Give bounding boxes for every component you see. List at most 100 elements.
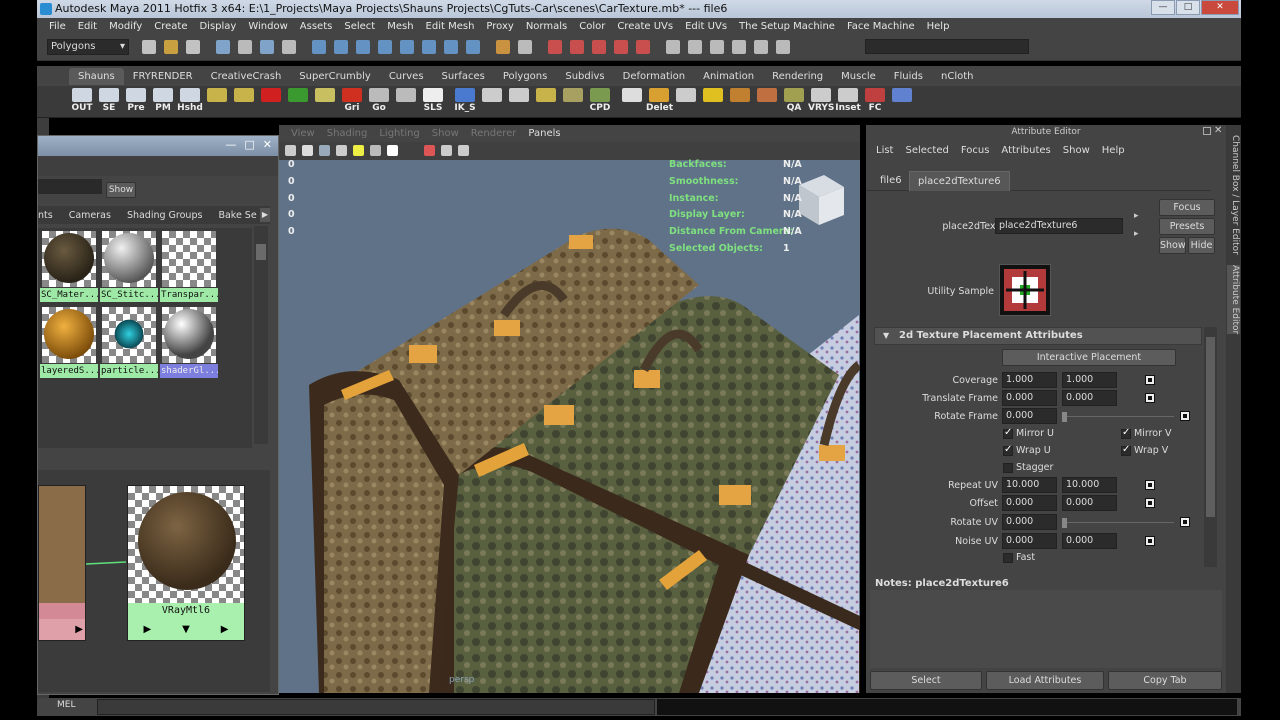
shelf-button-se[interactable]: SE (96, 88, 122, 116)
shelf-tab-muscle[interactable]: Muscle (832, 68, 885, 85)
hide-button[interactable]: Hide (1188, 237, 1215, 254)
menu-mode-select[interactable]: Polygons ▾ (47, 39, 129, 55)
menu-assets[interactable]: Assets (294, 21, 339, 32)
shelf-button-hshd[interactable]: Hshd (177, 88, 203, 116)
menu-create-uvs[interactable]: Create UVs (611, 21, 679, 32)
shelf-button-out[interactable]: OUT (69, 88, 95, 116)
viewport-tool-icon[interactable] (441, 145, 452, 156)
show-button[interactable]: Show (1159, 237, 1186, 254)
menu-face-machine[interactable]: Face Machine (841, 21, 921, 32)
repeat-u-field[interactable]: 10.000 (1002, 477, 1057, 493)
shelf-button-go[interactable]: Go (366, 88, 392, 116)
shelf-button-fc[interactable]: FC (862, 88, 888, 116)
rotate-uv-field[interactable]: 0.000 (1002, 514, 1057, 530)
hypershade-show-button[interactable]: Show (106, 182, 136, 198)
shelf-button[interactable] (727, 88, 753, 116)
noise-v-field[interactable]: 0.000 (1062, 533, 1117, 549)
viewport-tool-icon[interactable] (387, 145, 398, 156)
status-tool-icon[interactable] (710, 40, 724, 54)
viewport-tool-icon[interactable] (424, 145, 435, 156)
status-tool-icon[interactable] (164, 40, 178, 54)
viewport-tool-icon[interactable] (319, 145, 330, 156)
node-ports[interactable]: ▶ ▼ ▶ (128, 619, 244, 640)
hypershade-tab[interactable]: Cameras (61, 210, 119, 221)
fast-checkbox[interactable] (1003, 553, 1013, 563)
shelf-button[interactable] (533, 88, 559, 116)
tab-place2dtexture6[interactable]: place2dTexture6 (909, 171, 1010, 191)
material-swatch[interactable]: SC_Mater... (40, 229, 98, 303)
menu-the-setup-machine[interactable]: The Setup Machine (733, 21, 841, 32)
translate-frame-v-field[interactable]: 0.000 (1062, 390, 1117, 406)
offset-map-icon[interactable] (1145, 498, 1155, 508)
viewport-menu-shading[interactable]: Shading (321, 128, 374, 139)
viewport-tool-icon[interactable] (285, 145, 296, 156)
coverage-v-field[interactable]: 1.000 (1062, 372, 1117, 388)
menu-create[interactable]: Create (148, 21, 193, 32)
shelf-button[interactable] (312, 88, 338, 116)
offset-v-field[interactable]: 0.000 (1062, 495, 1117, 511)
status-tool-icon[interactable] (518, 40, 532, 54)
hypershade-maximize-button[interactable]: □ (244, 138, 254, 151)
notes-textarea[interactable] (870, 590, 1222, 668)
menu-normals[interactable]: Normals (520, 21, 573, 32)
ae-menu-list[interactable]: List (870, 145, 899, 156)
status-tool-icon[interactable] (312, 40, 326, 54)
minimize-button[interactable]: — (1151, 0, 1175, 15)
status-tool-icon[interactable] (636, 40, 650, 54)
shelf-tab-surfaces[interactable]: Surfaces (433, 68, 494, 85)
tab-file6[interactable]: file6 (872, 171, 910, 191)
menu-file[interactable]: File (43, 21, 72, 32)
repeat-uv-map-icon[interactable] (1145, 480, 1155, 490)
shelf-tab-fryrender[interactable]: FRYRENDER (124, 68, 202, 85)
shelf-tab-curves[interactable]: Curves (380, 68, 433, 85)
rotate-uv-slider[interactable] (1062, 518, 1174, 528)
shelf-tab-fluids[interactable]: Fluids (885, 68, 932, 85)
shelf-tab-supercrumbly[interactable]: SuperCrumbly (290, 68, 380, 85)
presets-button[interactable]: Presets (1159, 218, 1215, 235)
tab-scroll-right-icon[interactable]: ▶ (260, 208, 270, 222)
swatch-scrollbar[interactable] (254, 226, 268, 444)
interactive-placement-button[interactable]: Interactive Placement (1002, 349, 1176, 366)
hypershade-filter-field[interactable] (38, 179, 102, 194)
status-tool-icon[interactable] (754, 40, 768, 54)
viewport-menu-show[interactable]: Show (426, 128, 465, 139)
status-tool-icon[interactable] (466, 40, 480, 54)
shelf-tab-shauns[interactable]: Shauns (69, 68, 124, 85)
shelf-button-cpd[interactable]: CPD (587, 88, 613, 116)
hypershade-tab[interactable]: nts (38, 210, 61, 221)
copy-tab-button[interactable]: Copy Tab (1108, 671, 1222, 690)
shelf-button[interactable] (506, 88, 532, 116)
close-button[interactable]: ✕ (1201, 0, 1239, 15)
mirror-u-checkbox[interactable] (1003, 427, 1013, 439)
shelf-button[interactable] (700, 88, 726, 116)
stagger-checkbox[interactable] (1003, 463, 1013, 473)
float-panel-icon[interactable] (1203, 127, 1211, 135)
shelf-button[interactable] (754, 88, 780, 116)
load-attributes-button[interactable]: Load Attributes (986, 671, 1104, 690)
menu-edit-uvs[interactable]: Edit UVs (679, 21, 733, 32)
translate-frame-map-icon[interactable] (1145, 393, 1155, 403)
shelf-tab-polygons[interactable]: Polygons (494, 68, 557, 85)
shelf-button[interactable] (560, 88, 586, 116)
status-tool-icon[interactable] (260, 40, 274, 54)
viewport-menu-view[interactable]: View (285, 128, 321, 139)
shelf-button[interactable] (889, 88, 915, 116)
coverage-u-field[interactable]: 1.000 (1002, 372, 1057, 388)
shelf-button[interactable] (393, 88, 419, 116)
shelf-button-delet[interactable]: Delet (646, 88, 673, 116)
shelf-button-gri[interactable]: Gri (339, 88, 365, 116)
shelf-button[interactable] (673, 88, 699, 116)
translate-frame-u-field[interactable]: 0.000 (1002, 390, 1057, 406)
rotate-frame-field[interactable]: 0.000 (1002, 408, 1057, 424)
menu-window[interactable]: Window (242, 21, 293, 32)
shelf-tab-rendering[interactable]: Rendering (763, 68, 832, 85)
mirror-v-checkbox[interactable] (1121, 427, 1131, 439)
menu-modify[interactable]: Modify (103, 21, 148, 32)
focus-button[interactable]: Focus (1159, 199, 1215, 216)
hypershade-minimize-button[interactable]: — (225, 138, 236, 151)
repeat-v-field[interactable]: 10.000 (1062, 477, 1117, 493)
status-tool-icon[interactable] (186, 40, 200, 54)
viewport-menu-lighting[interactable]: Lighting (373, 128, 425, 139)
material-swatch[interactable]: shaderGl... (160, 305, 218, 379)
status-tool-icon[interactable] (570, 40, 584, 54)
